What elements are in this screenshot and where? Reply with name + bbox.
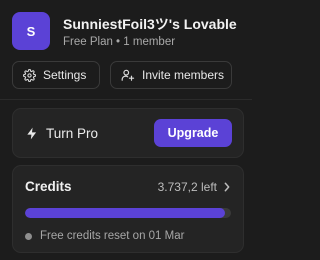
- workspace-plan: Free Plan • 1 member: [63, 35, 176, 48]
- credits-remaining[interactable]: 3.737,2 left: [158, 180, 231, 194]
- upgrade-button[interactable]: Upgrade: [154, 119, 232, 147]
- chevron-right-icon: [224, 182, 230, 191]
- user-plus-icon: [121, 69, 135, 81]
- lightning-icon: [27, 127, 37, 139]
- status-dot: [25, 232, 32, 240]
- workspace-name: SunniestFoil3ツ's Lovable: [63, 15, 237, 32]
- credits-title: Credits: [25, 179, 72, 194]
- credits-progress-fill: [25, 208, 225, 218]
- settings-button[interactable]: Settings: [12, 61, 100, 89]
- credits-header: Credits 3.737,2 left: [25, 179, 231, 194]
- turn-pro-card: Turn Pro Upgrade: [12, 108, 244, 158]
- credits-remaining-text: 3.737,2 left: [157, 179, 217, 194]
- invite-members-label: Invite members: [142, 68, 225, 82]
- workspace-info: SunniestFoil3ツ's Lovable Free Plan • 1 m…: [63, 15, 237, 48]
- credits-reset-info: Free credits reset on 01 Mar: [25, 230, 231, 242]
- workspace-avatar: S: [12, 12, 50, 50]
- turn-pro-label: Turn Pro: [46, 125, 99, 141]
- turn-pro-label-group: Turn Pro: [25, 126, 98, 141]
- gear-icon: [23, 68, 36, 82]
- divider: [0, 99, 252, 100]
- invite-members-button[interactable]: Invite members: [110, 61, 232, 89]
- credits-reset-text: Free credits reset on 01 Mar: [40, 230, 185, 242]
- credits-card[interactable]: Credits 3.737,2 left Free credits reset …: [12, 165, 244, 253]
- workspace-actions: Settings Invite members: [12, 61, 244, 89]
- workspace-header: S SunniestFoil3ツ's Lovable Free Plan • 1…: [12, 12, 244, 50]
- settings-label: Settings: [43, 68, 87, 82]
- credits-progress-bar: [25, 208, 231, 218]
